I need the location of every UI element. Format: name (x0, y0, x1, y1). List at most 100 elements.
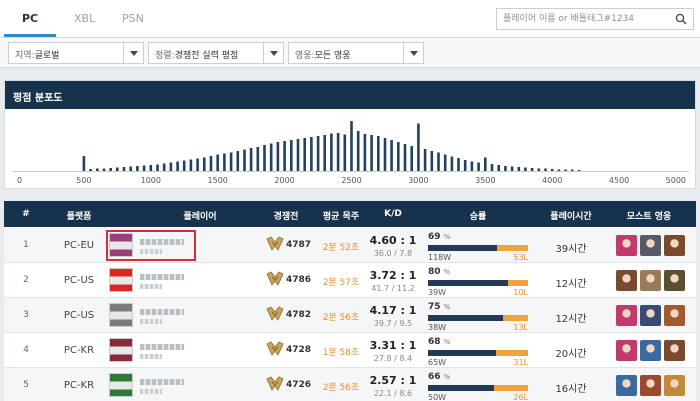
distribution-bar (544, 168, 547, 171)
wins-count: 118W (428, 253, 452, 262)
distribution-bar (162, 163, 166, 171)
distribution-tick-label: 1500 (208, 176, 228, 185)
table-row[interactable]: 1 PC-EU 4787 2분 52초 4.60 : 1 36.0 / 7.8 69 % 11… (4, 228, 696, 263)
player-name-redacted[interactable] (140, 379, 184, 385)
hero-portrait-icon[interactable] (640, 270, 661, 291)
winrate-percent: 69 (428, 232, 441, 242)
col-platform: 플랫폼 (66, 212, 92, 222)
hero-portrait-icon[interactable] (664, 270, 685, 291)
chevron-down-icon[interactable] (263, 43, 283, 63)
distribution-bar (383, 138, 387, 171)
col-duration: 평균 목주 (322, 212, 360, 222)
hero-portrait-icon[interactable] (664, 375, 685, 396)
distribution-bar (330, 133, 333, 171)
play-time: 20시간 (555, 349, 587, 360)
distribution-bar (256, 147, 260, 171)
avatar[interactable] (109, 373, 133, 397)
distribution-bar (470, 161, 474, 171)
distribution-bar (530, 168, 534, 171)
hero-portrait-icon[interactable] (640, 340, 661, 361)
player-name-redacted[interactable] (140, 309, 184, 315)
kd-cell: 2.57 : 1 22.1 / 8.6 (353, 374, 433, 398)
distribution-title: 평점 분포도 (13, 93, 63, 104)
col-kd: K/D (384, 209, 402, 219)
hero-portrait-icon[interactable] (664, 340, 685, 361)
hero-portrait-icon[interactable] (616, 235, 637, 256)
avatar[interactable] (109, 303, 133, 327)
table-row[interactable]: 4 PC-KR 4728 1분 58초 3.31 : 1 27.8 / 8.4 68 % 65… (4, 333, 696, 368)
tab-psn[interactable]: PSN (122, 12, 144, 25)
hero-select[interactable]: 영웅:모든 영웅 (288, 42, 424, 64)
tab-xbl[interactable]: XBL (74, 12, 95, 25)
hero-portrait-icon[interactable] (616, 340, 637, 361)
distribution-bar (169, 162, 173, 171)
hero-portrait-icon[interactable] (640, 305, 661, 326)
distribution-bar (216, 154, 219, 171)
distribution-bar (149, 165, 153, 171)
hero-portrait-icon[interactable] (616, 305, 637, 326)
hero-portrait-icon[interactable] (640, 375, 661, 396)
rank-number: 2 (23, 275, 29, 285)
rank-tier-icon (266, 236, 284, 251)
distribution-tick-label: 3000 (408, 176, 428, 185)
player-highlight-box (106, 230, 196, 261)
col-rank: # (22, 209, 30, 219)
distribution-bar (497, 165, 500, 171)
player-name-redacted[interactable] (140, 274, 184, 280)
hero-portrait-icon[interactable] (616, 375, 637, 396)
percent-sign-icon: % (443, 303, 451, 311)
player-search-input[interactable] (503, 9, 671, 29)
avatar[interactable] (109, 268, 133, 292)
leaderboard-header: # 플랫폼 플레이어 경쟁전 평균 목주 K/D 승률 플레이시간 모스트 영웅 (4, 201, 696, 227)
table-row[interactable]: 2 PC-US 4786 2분 57초 3.72 : 1 41.7 / 11.2 80 % 3… (4, 263, 696, 298)
distribution-bar (303, 138, 306, 171)
search-icon[interactable] (675, 13, 687, 25)
active-tab-underline (4, 34, 56, 37)
distribution-header: 평점 분포도 (5, 81, 695, 109)
leaderboard: # 플랫폼 플레이어 경쟁전 평균 목주 K/D 승률 플레이시간 모스트 영웅… (4, 201, 696, 401)
distribution-bar (316, 136, 320, 171)
rank-number: 5 (23, 380, 29, 390)
distribution-bar (370, 135, 373, 171)
distribution-tick-label: 2000 (274, 176, 294, 185)
chevron-down-icon[interactable] (123, 43, 143, 63)
platform-label: PC-US (63, 310, 95, 321)
wins-count: 38W (428, 323, 447, 332)
distribution-tick-label: 500 (76, 176, 91, 185)
wins-count: 50W (428, 393, 447, 401)
distribution-bar (356, 131, 360, 171)
chevron-down-icon[interactable] (403, 43, 423, 63)
platform-label: PC-KR (63, 380, 95, 391)
hero-portrait-icon[interactable] (664, 305, 685, 326)
table-row[interactable]: 3 PC-US 4782 2분 56초 4.17 : 1 39.7 / 9.5 75 % 38… (4, 298, 696, 333)
sr-value: 4728 (286, 345, 312, 355)
sort-select[interactable]: 정렬:경쟁전 실력 평점 (148, 42, 284, 64)
distribution-tick-label: 4000 (542, 176, 562, 185)
distribution-bar (397, 142, 400, 171)
player-name-redacted[interactable] (140, 344, 184, 350)
table-row[interactable]: 5 PC-KR 4726 2분 56초 2.57 : 1 22.1 / 8.6 66 % 50… (4, 368, 696, 401)
winrate-percent: 75 (428, 302, 441, 312)
kd-cell: 4.17 : 1 39.7 / 9.5 (353, 304, 433, 328)
distribution-bar (463, 160, 467, 171)
distribution-bar (390, 140, 393, 171)
distribution-bar (142, 165, 146, 171)
distribution-bar (82, 156, 86, 171)
hero-portrait-icon[interactable] (616, 270, 637, 291)
kd-cell: 3.72 : 1 41.7 / 11.2 (353, 269, 433, 293)
col-winrate: 승률 (469, 212, 487, 222)
percent-sign-icon: % (443, 268, 451, 276)
winrate-bar-fill (428, 350, 496, 356)
winrate-bar (428, 385, 528, 391)
avatar[interactable] (109, 338, 133, 362)
rank-tier-icon (266, 271, 284, 286)
losses-count: 10L (513, 288, 528, 297)
hero-portrait-icon[interactable] (664, 235, 685, 256)
col-sr: 경쟁전 (273, 212, 299, 222)
hero-label: 영웅: (295, 51, 315, 61)
platform-bar: PC XBL PSN (0, 0, 700, 38)
region-select[interactable]: 지역:글로벌 (8, 42, 144, 64)
distribution-bar (203, 157, 206, 171)
hero-portrait-icon[interactable] (640, 235, 661, 256)
tab-pc[interactable]: PC (22, 12, 38, 25)
